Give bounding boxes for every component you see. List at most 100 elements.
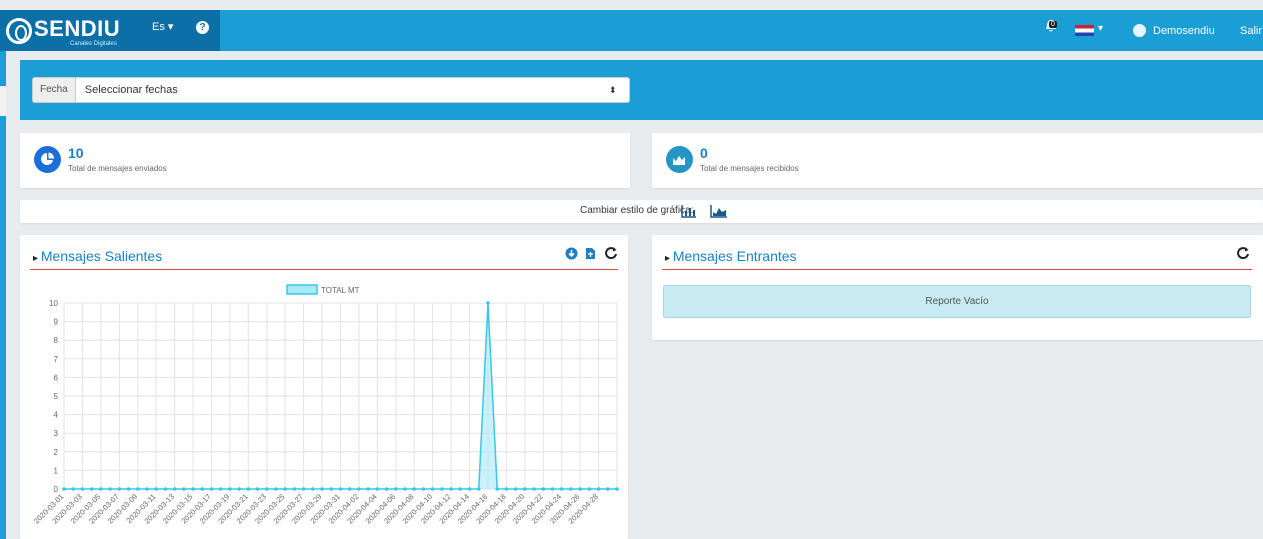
data-point (163, 487, 168, 491)
logo-area[interactable]: SENDIU Canales Digitales Es ▾ ? (0, 10, 220, 51)
y-tick-label: 8 (54, 336, 59, 345)
outgoing-panel-title[interactable]: Mensajes Salientes (33, 248, 162, 264)
data-point (541, 487, 546, 491)
logo-icon (6, 18, 32, 44)
data-point (587, 487, 592, 491)
y-tick-label: 3 (54, 429, 59, 438)
data-point (126, 487, 131, 491)
left-sidebar-strip (0, 51, 6, 539)
data-point (62, 487, 66, 491)
empty-report-message: Reporte Vacío (663, 285, 1251, 318)
data-point (218, 487, 223, 491)
data-point (292, 487, 297, 491)
y-tick-label: 9 (54, 318, 59, 327)
data-point (283, 487, 288, 491)
data-point (412, 487, 417, 491)
data-point (320, 487, 324, 491)
brand-subtitle: Canales Digitales (70, 41, 117, 47)
data-point (154, 487, 158, 491)
data-point (421, 487, 426, 491)
data-point (458, 487, 463, 491)
chart-style-label: Cambiar estilo de gráfica: (580, 205, 694, 216)
incoming-panel-title[interactable]: Mensajes Entrantes (665, 248, 797, 264)
area-chart-style-icon[interactable] (710, 204, 728, 223)
data-point (311, 487, 315, 491)
chart-style-bar: Cambiar estilo de gráfica: (20, 200, 1263, 223)
sidebar-toggle[interactable] (0, 86, 6, 116)
data-point (209, 487, 214, 491)
legend-label: TOTAL MT (321, 286, 360, 295)
brand-name: SENDIU (34, 16, 121, 41)
data-point (255, 487, 260, 491)
bar-chart-style-icon[interactable] (681, 204, 697, 223)
data-point (467, 487, 472, 491)
data-point (615, 487, 619, 491)
data-point (596, 487, 601, 491)
data-point (108, 487, 112, 491)
date-range-select[interactable]: Fecha Seleccionar fechas ⬍ (32, 77, 630, 103)
data-point (264, 487, 269, 491)
help-icon[interactable]: ? (196, 21, 209, 34)
data-point (513, 487, 518, 491)
sent-label: Total de mensajes enviados (68, 164, 167, 173)
data-point (578, 487, 582, 491)
user-name[interactable]: Demosendiu (1153, 25, 1215, 37)
data-point (384, 487, 389, 491)
flag-icon[interactable] (1075, 25, 1094, 36)
panel-divider (30, 269, 618, 270)
data-point (430, 487, 435, 491)
refresh-icon[interactable] (604, 246, 618, 265)
data-point (403, 487, 407, 491)
data-point (117, 487, 122, 491)
y-tick-label: 2 (54, 448, 59, 457)
data-point (246, 487, 251, 491)
data-point (440, 487, 444, 491)
data-point (89, 487, 94, 491)
data-point (329, 487, 334, 491)
data-point (605, 487, 610, 491)
outgoing-messages-panel: Mensajes Salientes 0123456789102020-03-0… (20, 235, 628, 539)
data-point (172, 487, 177, 491)
download-icon[interactable] (565, 247, 578, 265)
incoming-messages-panel: Mensajes Entrantes Reporte Vacío (652, 235, 1263, 340)
language-selector[interactable]: Es ▾ (152, 20, 173, 33)
received-count: 0 (700, 145, 708, 161)
data-point (357, 487, 361, 491)
data-point (135, 487, 140, 491)
data-point (80, 487, 85, 491)
filter-bar: Fecha Seleccionar fechas ⬍ (20, 60, 1263, 120)
sent-count: 10 (68, 145, 84, 161)
data-point (486, 301, 490, 305)
data-point (347, 487, 352, 491)
date-select-value[interactable]: Seleccionar fechas (76, 84, 609, 96)
logout-link[interactable]: Salir (1240, 25, 1262, 37)
data-point (449, 487, 453, 491)
data-point (145, 487, 149, 491)
select-caret-icon[interactable]: ⬍ (609, 85, 629, 96)
sent-messages-card: 10 Total de mensajes enviados (20, 133, 630, 188)
y-tick-label: 6 (54, 373, 59, 382)
data-point (228, 487, 232, 491)
panel-divider (662, 269, 1252, 270)
data-point (394, 487, 398, 491)
refresh-icon[interactable] (1236, 246, 1250, 265)
y-tick-label: 7 (54, 355, 59, 364)
export-file-icon[interactable] (585, 247, 596, 265)
legend-swatch (286, 284, 318, 295)
area-chart-icon (666, 146, 693, 173)
data-point (504, 487, 509, 491)
data-point (476, 487, 481, 491)
received-messages-card: 0 Total de mensajes recibidos (652, 133, 1263, 188)
received-label: Total de mensajes recibidos (700, 164, 799, 173)
data-point (182, 487, 186, 491)
data-point (301, 487, 306, 491)
top-navbar: SENDIU Canales Digitales Es ▾ ? 0 ▾ Demo… (0, 10, 1263, 51)
y-tick-label: 5 (54, 392, 59, 401)
data-point (375, 487, 380, 491)
avatar[interactable] (1133, 24, 1146, 37)
chevron-down-icon[interactable]: ▾ (1098, 23, 1103, 34)
data-point (71, 487, 76, 491)
pie-chart-icon (34, 146, 61, 173)
notification-badge: 0 (1049, 21, 1057, 28)
outgoing-messages-chart: 0123456789102020-03-012020-03-032020-03-… (32, 284, 619, 526)
